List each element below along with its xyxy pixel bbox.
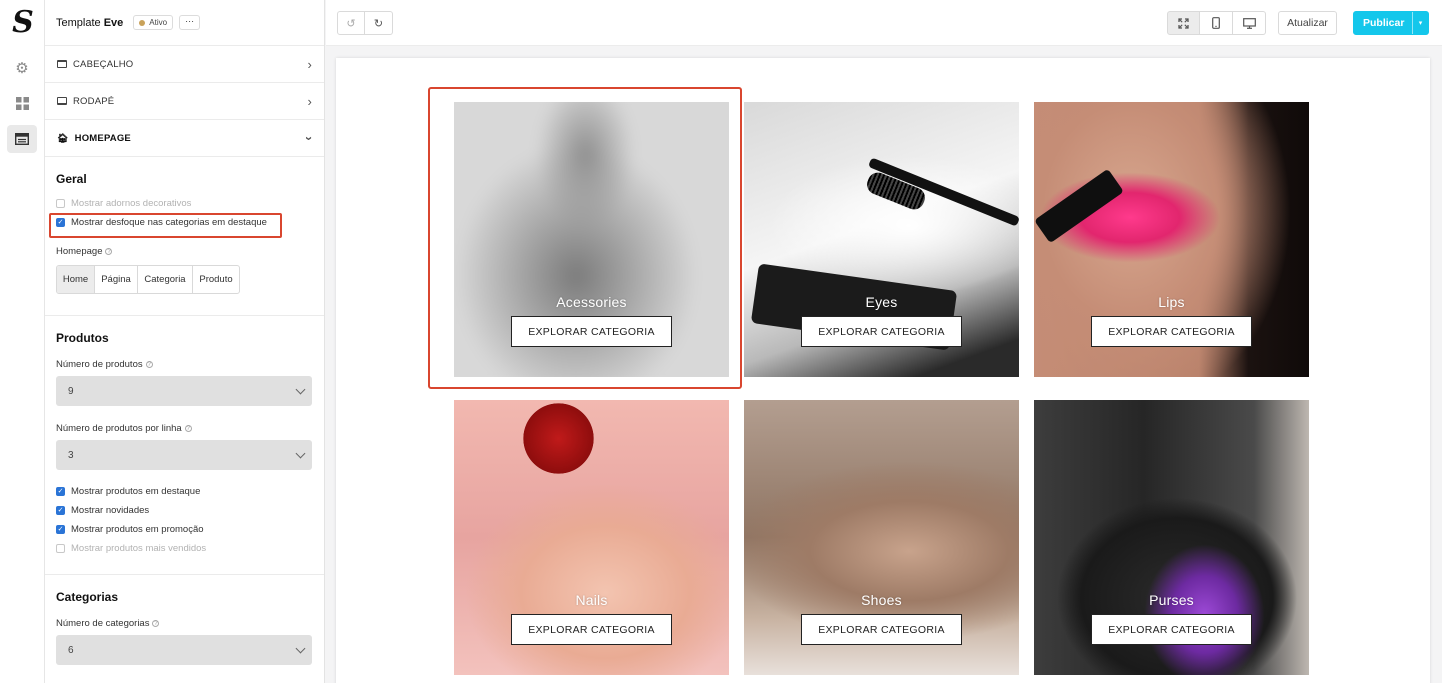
settings-gears-icon[interactable]: ⚙	[7, 54, 37, 82]
num-categorias-label: Número de categorias?	[56, 618, 160, 629]
category-name: Shoes	[861, 592, 902, 608]
checkbox-destaque[interactable]: ✓	[56, 487, 65, 496]
num-produtos-label: Número de produtos?	[56, 359, 153, 370]
option-adornos-label: Mostrar adornos decorativos	[71, 198, 192, 209]
icon-rail: S ⚙	[0, 0, 45, 683]
chevron-down-icon	[295, 384, 306, 394]
option-promocao[interactable]: ✓ Mostrar produtos em promoção	[56, 520, 312, 539]
layout-editor-icon[interactable]	[7, 125, 37, 153]
preview-canvas: Acessories EXPLORAR CATEGORIA Eyes EXPLO…	[336, 58, 1430, 683]
panel-header: Template Eve Ativo ···	[45, 0, 324, 46]
checkbox-mais-vendidos[interactable]	[56, 544, 65, 553]
grid-blocks-icon[interactable]	[7, 89, 37, 117]
chevron-down-icon	[295, 448, 306, 458]
publish-options-dropdown[interactable]: ▾	[1412, 12, 1428, 34]
categorias-title: Categorias	[56, 590, 119, 604]
help-icon: ?	[184, 425, 192, 432]
option-destaque[interactable]: ✓ Mostrar produtos em destaque	[56, 482, 312, 501]
explore-category-button[interactable]: EXPLORAR CATEGORIA	[801, 316, 962, 347]
produtos-por-linha-label: Número de produtos por linha?	[56, 423, 192, 434]
option-mais-vendidos-label: Mostrar produtos mais vendidos	[71, 543, 207, 554]
homepage-tabs: Home Página Categoria Produto	[56, 265, 240, 294]
mobile-view-button[interactable]	[1200, 11, 1233, 35]
footer-layout-icon	[57, 97, 67, 105]
option-mais-vendidos[interactable]: Mostrar produtos mais vendidos	[56, 539, 312, 558]
undo-icon: ↺	[346, 17, 356, 30]
category-tile-purses[interactable]: Purses EXPLORAR CATEGORIA	[1034, 400, 1309, 675]
section-footer-label: RODAPÉ	[73, 95, 115, 107]
produtos-title: Produtos	[56, 331, 109, 345]
geral-title: Geral	[56, 172, 87, 186]
option-adornos[interactable]: Mostrar adornos decorativos	[56, 194, 312, 213]
categorias-group: Categorias Número de categorias? 6	[45, 575, 324, 665]
help-icon: ?	[152, 620, 160, 627]
category-name: Purses	[1149, 592, 1194, 608]
settings-panel: Template Eve Ativo ··· CABEÇALHO › RODAP…	[45, 0, 325, 683]
category-tile-shoes[interactable]: Shoes EXPLORAR CATEGORIA	[744, 400, 1019, 675]
undo-button[interactable]: ↺	[337, 11, 365, 35]
home-icon: 🏠︎	[57, 132, 69, 143]
tab-categoria[interactable]: Categoria	[138, 266, 193, 293]
header-layout-icon	[57, 60, 67, 68]
app-logo: S	[12, 5, 34, 40]
explore-category-button[interactable]: EXPLORAR CATEGORIA	[1091, 316, 1252, 347]
more-options-button[interactable]: ···	[179, 15, 201, 30]
tab-produto[interactable]: Produto	[193, 266, 239, 293]
tab-pagina[interactable]: Página	[95, 266, 138, 293]
highlight-blurred-category	[428, 87, 742, 389]
fullscreen-icon	[1178, 17, 1189, 29]
category-name: Eyes	[865, 294, 898, 310]
fullscreen-view-button[interactable]	[1167, 11, 1200, 35]
redo-icon: ↻	[373, 17, 384, 30]
chevron-right-icon: ›	[307, 56, 312, 72]
highlight-desfoque-option	[49, 213, 282, 238]
chevron-right-icon: ›	[307, 93, 312, 109]
status-badge: Ativo	[133, 15, 174, 30]
category-name: Nails	[575, 592, 608, 608]
explore-category-button[interactable]: EXPLORAR CATEGORIA	[511, 614, 672, 645]
geral-group: Geral Mostrar adornos decorativos ✓ Most…	[45, 157, 324, 316]
explore-category-button[interactable]: EXPLORAR CATEGORIA	[801, 614, 962, 645]
tab-home[interactable]: Home	[57, 266, 95, 293]
publicar-label: Publicar	[1363, 17, 1405, 29]
desktop-view-button[interactable]	[1233, 11, 1266, 35]
produtos-group: Produtos Número de produtos? 9 Número de…	[45, 316, 324, 575]
explore-category-button[interactable]: EXPLORAR CATEGORIA	[1091, 614, 1252, 645]
section-homepage-row[interactable]: 🏠︎ HOMEPAGE ›	[45, 120, 324, 157]
num-produtos-select[interactable]: 9	[56, 376, 312, 406]
homepage-field-label: Homepage?	[56, 246, 113, 257]
template-title: Template Eve	[56, 16, 124, 29]
option-novidades[interactable]: ✓ Mostrar novidades	[56, 501, 312, 520]
status-dot-icon	[139, 19, 146, 26]
publicar-button[interactable]: Publicar ▾	[1353, 11, 1429, 35]
checkbox-promocao[interactable]: ✓	[56, 525, 65, 534]
chevron-down-icon	[295, 643, 306, 653]
option-destaque-label: Mostrar produtos em destaque	[71, 486, 201, 497]
redo-button[interactable]: ↻	[365, 11, 393, 35]
desktop-icon	[1242, 17, 1256, 29]
option-promocao-label: Mostrar produtos em promoção	[71, 524, 204, 535]
mobile-icon	[1212, 17, 1220, 29]
section-footer-row[interactable]: RODAPÉ ›	[45, 83, 324, 120]
top-toolbar: ↺ ↻ Atualizar Publicar ▾	[326, 0, 1442, 46]
category-tile-nails[interactable]: Nails EXPLORAR CATEGORIA	[454, 400, 729, 675]
section-homepage-label: HOMEPAGE	[74, 132, 131, 144]
chevron-down-icon: ▾	[1418, 20, 1423, 27]
option-novidades-label: Mostrar novidades	[71, 505, 150, 516]
num-categorias-select[interactable]: 6	[56, 635, 312, 665]
help-icon: ?	[145, 361, 153, 368]
section-header-row[interactable]: CABEÇALHO ›	[45, 46, 324, 83]
help-icon: ?	[105, 248, 113, 255]
section-header-label: CABEÇALHO	[73, 58, 134, 70]
category-name: Lips	[1158, 294, 1185, 310]
checkbox-novidades[interactable]: ✓	[56, 506, 65, 515]
category-tile-eyes[interactable]: Eyes EXPLORAR CATEGORIA	[744, 102, 1019, 377]
chevron-down-icon: ›	[302, 135, 318, 141]
checkbox-adornos[interactable]	[56, 199, 65, 208]
category-tile-lips[interactable]: Lips EXPLORAR CATEGORIA	[1034, 102, 1309, 377]
produtos-por-linha-select[interactable]: 3	[56, 440, 312, 470]
atualizar-button[interactable]: Atualizar	[1278, 11, 1337, 35]
